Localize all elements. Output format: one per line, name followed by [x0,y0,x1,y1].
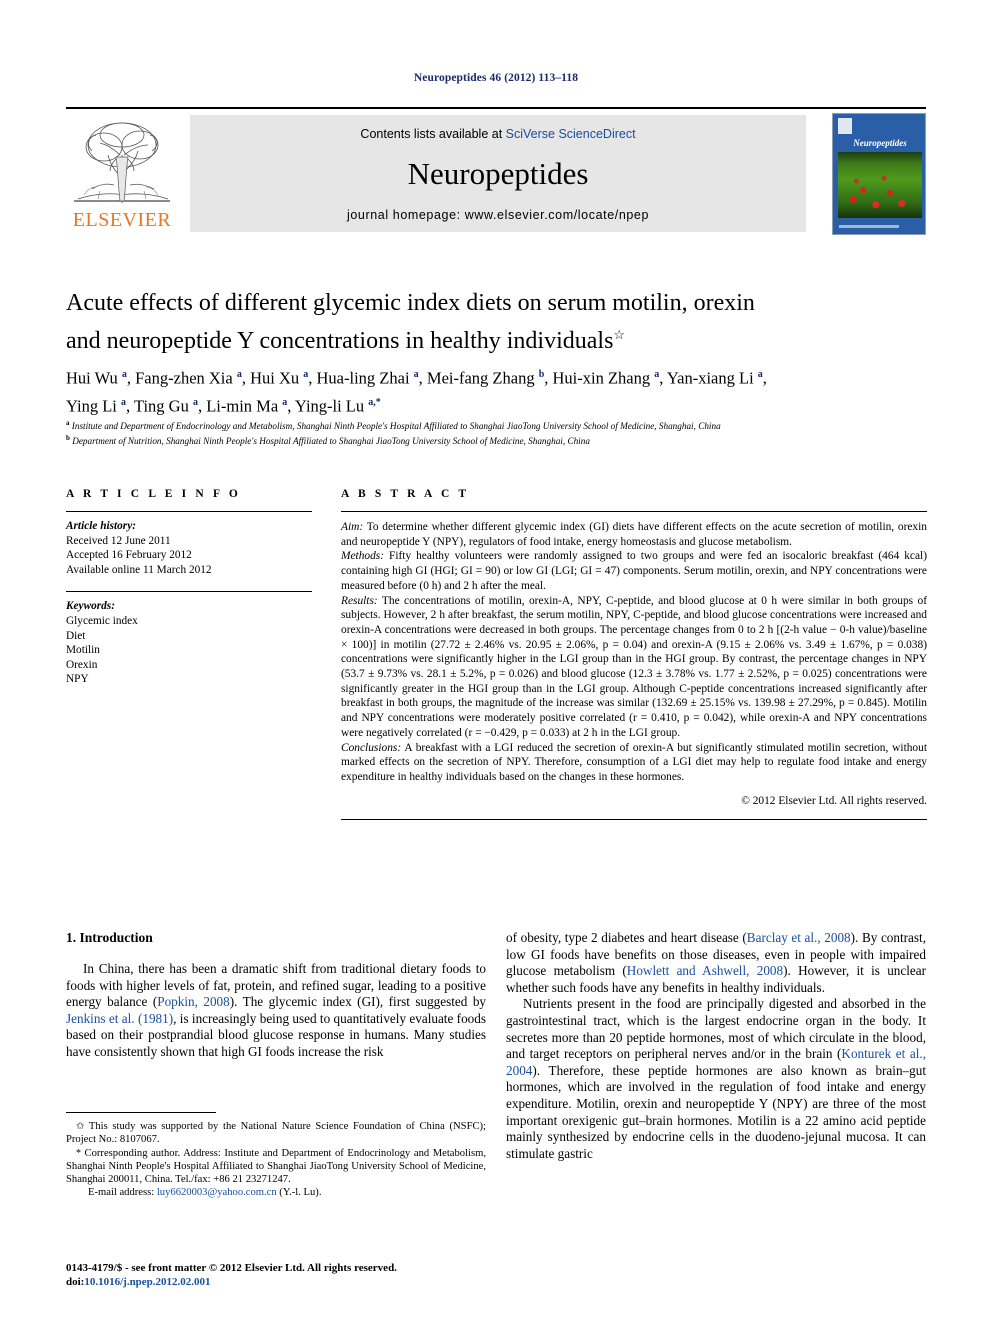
article-info-section: A R T I C L E I N F O Article history: R… [66,488,312,687]
body-column-right: of obesity, type 2 diabetes and heart di… [506,930,926,1162]
keywords-block: Keywords: Glycemic index Diet Motilin Or… [66,592,312,687]
intro-p2-part-a: of obesity, type 2 diabetes and heart di… [506,930,747,945]
keywords-label: Keywords: [66,600,115,613]
article-info-heading: A R T I C L E I N F O [66,488,241,500]
introduction-paragraph-2: of obesity, type 2 diabetes and heart di… [506,930,926,996]
accepted-date: Accepted 16 February 2012 [66,549,192,562]
corresponding-author-text: Corresponding author. Address: Institute… [66,1147,486,1186]
abstract-copyright: © 2012 Elsevier Ltd. All rights reserved… [741,794,927,807]
citation-jenkins-1981[interactable]: Jenkins et al. (1981) [66,1011,173,1026]
abstract-methods-text: Fifty healthy volunteers were randomly a… [341,550,927,592]
available-online-date: Available online 11 March 2012 [66,563,212,576]
page-title: Acute effects of different glycemic inde… [66,288,866,357]
abstract-aim: Aim: To determine whether different glyc… [341,520,927,549]
intro-p3-part-b: ). Therefore, these peptide hormones are… [506,1062,926,1161]
footnote-divider [66,1112,216,1113]
abstract-results-text: The concentrations of motilin, orexin-A,… [341,594,927,739]
received-date: Received 12 June 2011 [66,534,171,547]
article-history-label: Article history: [66,520,136,532]
cover-journal-title: Neuropeptides [853,138,907,148]
footnote-area: ✩ This study was supported by the Nation… [66,1112,486,1200]
masthead-top-rule [66,107,926,109]
keyword-item: NPY [66,673,89,686]
citation-popkin-2008[interactable]: Popkin, 2008 [157,994,230,1009]
email-footnote: E-mail address: luy6620003@yahoo.com.cn … [66,1186,486,1200]
journal-name: Neuropeptides [407,156,589,191]
introduction-heading: 1. Introduction [66,930,153,945]
abstract-section: A B S T R A C T Aim: To determine whethe… [341,488,927,821]
introduction-paragraph-1: In China, there has been a dramatic shif… [66,961,486,1061]
doi-label: doi: [66,1275,85,1288]
abstract-methods: Methods: Fifty healthy volunteers were r… [341,549,927,593]
contents-available-line: Contents lists available at SciVerse Sci… [190,127,806,141]
journal-masthead: ELSEVIER Contents lists available at Sci… [66,107,926,235]
abstract-conclusions: Conclusions: A breakfast with a LGI redu… [341,741,927,785]
abstract-results-label: Results: [341,594,378,607]
issn-doi-block: 0143-4179/$ - see front matter © 2012 El… [66,1262,496,1289]
article-history-block: Article history: Received 12 June 2011 A… [66,512,312,577]
title-footnote-marker: ☆ [613,327,626,342]
cover-micrograph-image [838,152,922,218]
running-head: Neuropeptides 46 (2012) 113–118 [413,72,579,84]
paper-page: Neuropeptides 46 (2012) 113–118 ELSEVIER… [0,0,992,1323]
email-label: E-mail address: [88,1187,155,1199]
abstract-heading: A B S T R A C T [341,488,470,500]
masthead-center-panel: Contents lists available at SciVerse Sci… [190,115,806,232]
doi-link[interactable]: 10.1016/j.npep.2012.02.001 [84,1276,210,1288]
abstract-body: Aim: To determine whether different glyc… [341,512,927,808]
body-column-left: 1. Introduction In China, there has been… [66,930,486,1061]
intro-p1-part-b: ). The glycemic index (GI), first sugges… [229,994,487,1010]
abstract-aim-label: Aim: [341,521,364,533]
keyword-item: Diet [66,629,86,642]
affiliations: a Institute and Department of Endocrinol… [66,417,936,448]
citation-barclay-2008[interactable]: Barclay et al., 2008 [747,930,851,945]
contents-prefix: Contents lists available at [360,127,506,141]
sciencedirect-link[interactable]: SciVerse ScienceDirect [506,127,636,141]
abstract-results: Results: The concentrations of motilin, … [341,594,927,741]
journal-homepage[interactable]: journal homepage: www.elsevier.com/locat… [190,208,806,222]
journal-cover-thumbnail[interactable]: Neuropeptides [832,113,926,235]
cover-elsevier-mark-icon [838,118,852,134]
keyword-item: Glycemic index [66,614,138,627]
keyword-item: Orexin [66,658,98,671]
funding-footnote: ✩ This study was supported by the Nation… [66,1120,486,1147]
keyword-item: Motilin [66,644,100,657]
introduction-paragraph-3: Nutrients present in the food are princi… [506,996,926,1162]
abstract-aim-text: To determine whether different glycemic … [341,521,927,548]
elsevier-tree-icon [70,115,174,207]
abstract-conclusions-label: Conclusions: [341,741,402,754]
affiliation-b: b Department of Nutrition, Shanghai Nint… [66,434,590,447]
issn-line: 0143-4179/$ - see front matter © 2012 El… [66,1262,397,1274]
citation-howlett-ashwell-2008[interactable]: Howlett and Ashwell, 2008 [627,963,783,978]
elsevier-logo: ELSEVIER [66,115,178,233]
author-list: Hui Wu a, Fang-zhen Xia a, Hui Xu a, Hua… [66,368,767,416]
title-line-1: Acute effects of different glycemic inde… [66,290,755,316]
email-address-link[interactable]: luy6620003@yahoo.com.cn [157,1187,277,1198]
funding-footnote-text: This study was supported by the National… [66,1121,486,1146]
affiliation-a: a Institute and Department of Endocrinol… [66,419,721,432]
corresponding-author-footnote: * Corresponding author. Address: Institu… [66,1147,486,1187]
title-line-2: and neuropeptide Y concentrations in hea… [66,328,614,354]
affiliation-a-text: Institute and Department of Endocrinolog… [71,421,721,432]
abstract-methods-label: Methods: [341,550,385,563]
affiliation-b-text: Department of Nutrition, Shanghai Ninth … [72,436,590,447]
doi-line: doi:10.1016/j.npep.2012.02.001 [66,1276,496,1290]
cover-caption-bar [839,225,899,228]
abstract-conclusions-text: A breakfast with a LGI reduced the secre… [341,741,927,783]
elsevier-wordmark: ELSEVIER [72,209,172,231]
email-suffix: (Y.-l. Lu). [276,1187,322,1199]
abstract-rule-bottom [341,819,927,821]
